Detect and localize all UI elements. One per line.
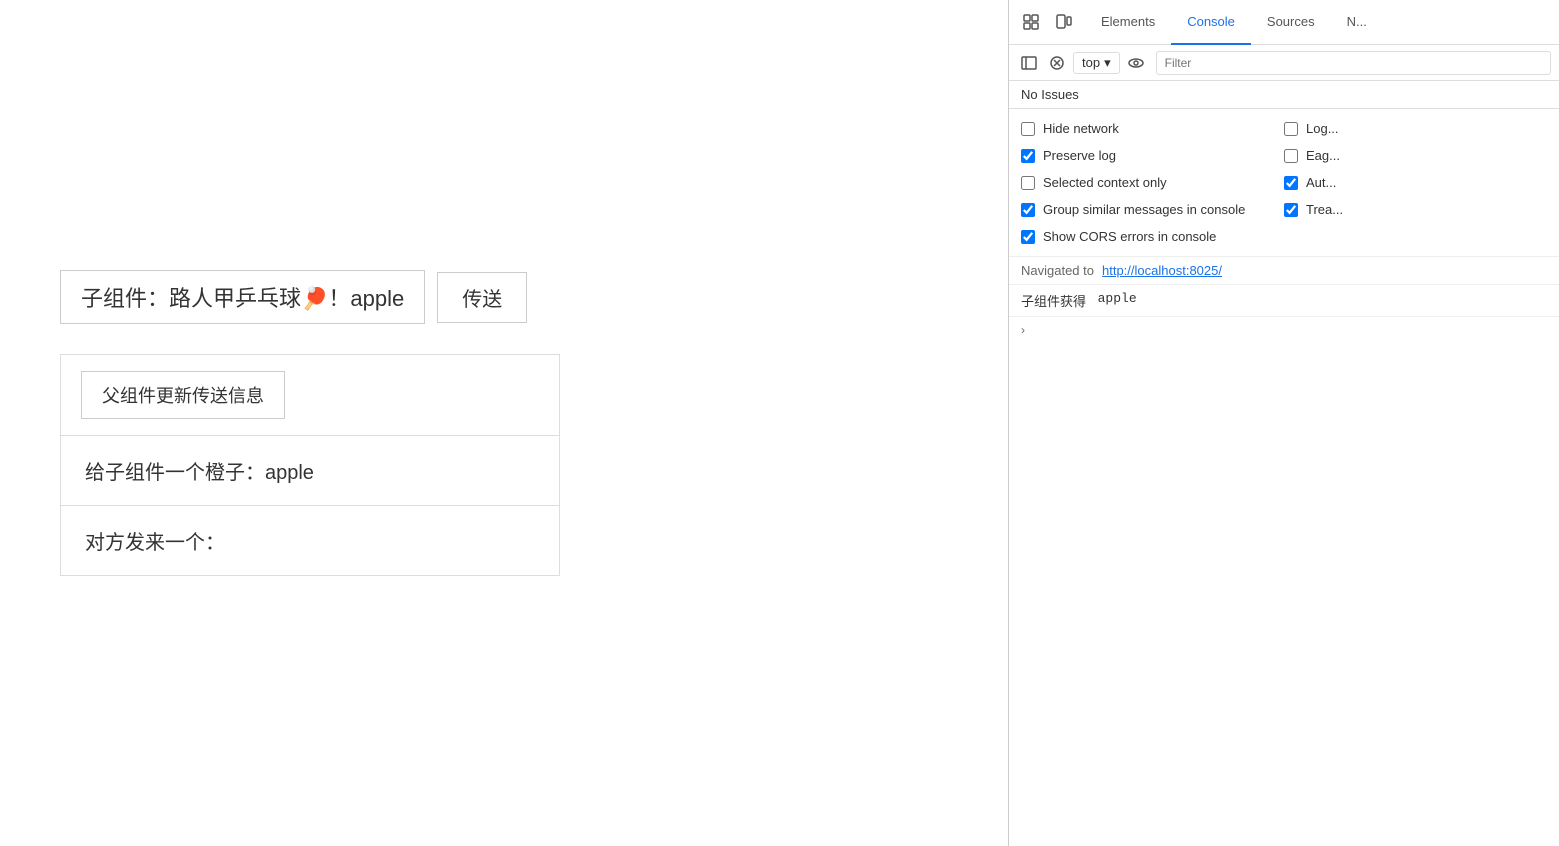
tab-elements[interactable]: Elements [1085,0,1171,45]
prompt-chevron-icon: › [1021,323,1025,337]
console-log-child: 子组件获得 apple [1009,285,1559,317]
trea-checkbox[interactable] [1284,203,1298,217]
received-row: 对方发来一个： [61,506,559,575]
log-checkbox[interactable] [1284,122,1298,136]
selected-context-checkbox[interactable] [1021,176,1035,190]
parent-box: 父组件更新传送信息 给子组件一个橙子：apple 对方发来一个： [60,354,560,576]
console-settings-icon[interactable] [1124,51,1148,75]
console-sidebar-icon[interactable] [1017,51,1041,75]
tab-sources[interactable]: Sources [1251,0,1331,45]
tab-network[interactable]: N... [1331,0,1383,45]
child-emoji: 🏓 [301,286,328,311]
issues-label: No Issues [1021,87,1079,102]
inspect-element-icon[interactable] [1017,8,1045,36]
child-component-row: 子组件：路人甲乒乓球🏓！apple 传送 [60,270,527,324]
navigated-link[interactable]: http://localhost:8025/ [1102,263,1222,278]
console-output[interactable]: Navigated to http://localhost:8025/ 子组件获… [1009,257,1559,846]
console-toolbar: top ▾ [1009,45,1559,81]
device-toolbar-icon[interactable] [1049,8,1077,36]
log-label: Log... [1306,121,1339,136]
aut-checkbox[interactable] [1284,176,1298,190]
hide-network-checkbox[interactable] [1021,122,1035,136]
console-settings-checkboxes: Hide network Log... Preserve log Eag... … [1009,109,1559,257]
clear-console-icon[interactable] [1045,51,1069,75]
eager-row: Eag... [1284,144,1547,167]
eager-checkbox[interactable] [1284,149,1298,163]
selected-context-label: Selected context only [1043,175,1167,190]
send-button[interactable]: 传送 [437,272,527,323]
show-cors-checkbox[interactable] [1021,230,1035,244]
issues-bar: No Issues [1009,81,1559,109]
parent-update-button[interactable]: 父组件更新传送信息 [81,371,285,419]
group-similar-checkbox[interactable] [1021,203,1035,217]
hide-network-label: Hide network [1043,121,1119,136]
child-log-prefix: 子组件获得 [1021,291,1090,310]
child-component-display: 子组件：路人甲乒乓球🏓！apple [60,270,425,324]
parent-update-button-row: 父组件更新传送信息 [61,355,559,436]
console-prompt-row[interactable]: › [1009,317,1559,343]
chevron-down-icon: ▾ [1104,55,1111,71]
devtools-panel: Elements Console Sources N... [1008,0,1559,846]
devtools-toolbar: Elements Console Sources N... [1009,0,1559,45]
aut-label: Aut... [1306,175,1336,190]
child-component-value: ！apple [328,286,404,311]
preserve-log-checkbox[interactable] [1021,149,1035,163]
trea-label: Trea... [1306,202,1343,217]
show-cors-label: Show CORS errors in console [1043,229,1216,244]
group-similar-row: Group similar messages in console [1021,198,1284,221]
tab-console[interactable]: Console [1171,0,1251,45]
log-xhr-row: Log... [1284,117,1547,140]
preserve-log-label: Preserve log [1043,148,1116,163]
eager-label: Eag... [1306,148,1340,163]
console-filter-input[interactable] [1156,51,1551,75]
main-page: 子组件：路人甲乒乓球🏓！apple 传送 父组件更新传送信息 给子组件一个橙子：… [0,0,1008,846]
group-similar-label: Group similar messages in console [1043,202,1245,217]
navigated-text: Navigated to [1021,263,1094,278]
preserve-log-row: Preserve log [1021,144,1284,167]
devtools-tabs: Elements Console Sources N... [1085,0,1383,45]
aut-row: Aut... [1284,171,1547,194]
hide-network-row: Hide network [1021,117,1284,140]
selected-context-row: Selected context only [1021,171,1284,194]
console-log-navigated: Navigated to http://localhost:8025/ [1009,257,1559,285]
orange-row: 给子组件一个橙子：apple [61,436,559,506]
context-selector[interactable]: top ▾ [1073,52,1120,74]
trea-row: Trea... [1284,198,1547,221]
show-cors-row: Show CORS errors in console [1021,225,1284,248]
child-log-value: apple [1098,291,1137,306]
child-component-label: 子组件：路人甲乒乓球 [81,286,301,311]
